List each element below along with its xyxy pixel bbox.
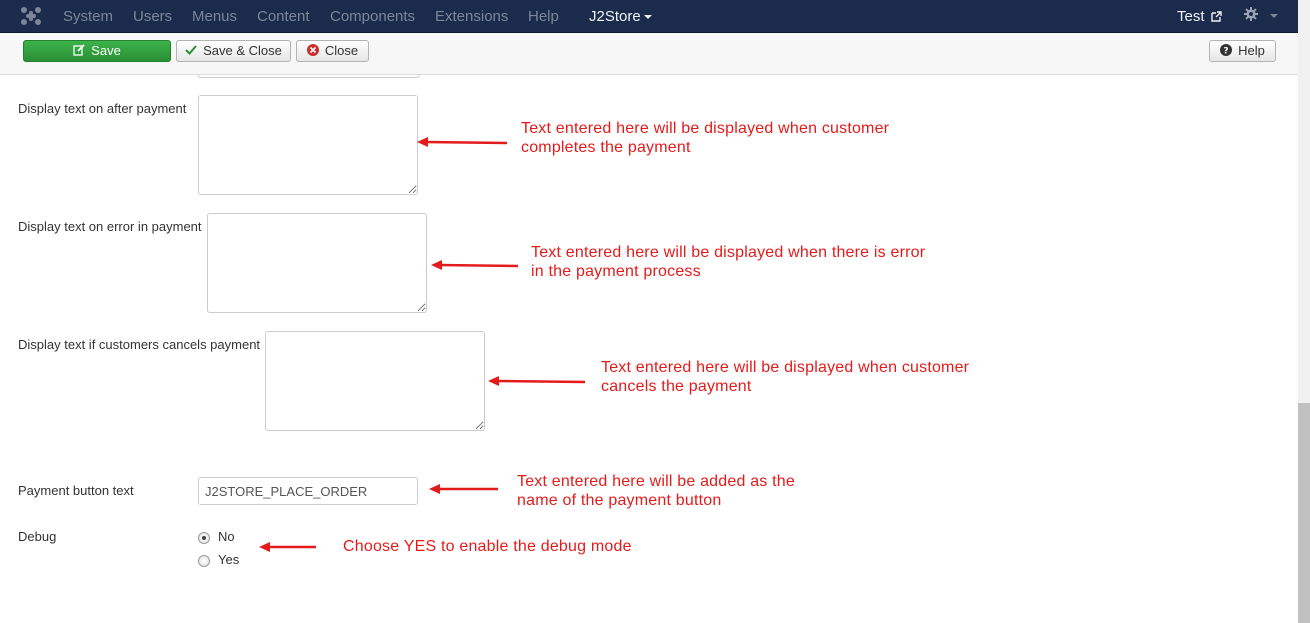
save-button[interactable]: Save <box>23 40 171 62</box>
annotation-debug: Choose YES to enable the debug mode <box>343 537 632 556</box>
svg-text:?: ? <box>1224 47 1229 57</box>
annotation-arrow-icon <box>429 484 498 494</box>
annotation-line: Text entered here will be displayed when… <box>531 244 926 261</box>
save-label: Save <box>91 43 121 58</box>
close-icon <box>306 44 319 56</box>
chevron-down-icon <box>1270 14 1279 19</box>
gear-icon <box>1244 7 1258 21</box>
check-icon <box>185 45 197 55</box>
help-button[interactable]: ? Help <box>1209 40 1276 62</box>
annotation-line: completes the payment <box>521 139 691 156</box>
scrollbar-thumb[interactable] <box>1298 403 1310 623</box>
top-navbar: System Users Menus Content Components Ex… <box>0 0 1298 33</box>
edit-icon <box>73 44 85 56</box>
nav-j2store-label: J2Store <box>589 8 641 25</box>
close-label: Close <box>324 43 359 58</box>
nav-j2store[interactable]: J2Store <box>589 8 652 25</box>
cancel-payment-label: Display text if customers cancels paymen… <box>18 337 261 352</box>
error-payment-textarea[interactable] <box>207 213 427 313</box>
nav-help[interactable]: Help <box>528 8 559 25</box>
close-button[interactable]: Close <box>296 40 369 62</box>
cancel-payment-textarea[interactable] <box>265 331 485 431</box>
nav-components[interactable]: Components <box>330 8 415 25</box>
nav-user-label: Test <box>1177 8 1205 25</box>
nav-menus[interactable]: Menus <box>192 8 237 25</box>
error-payment-label: Display text on error in payment <box>18 219 202 234</box>
annotation-arrow-icon <box>488 376 586 386</box>
annotation-cancel-payment: Text entered here will be displayed when… <box>601 358 969 396</box>
annotation-line: Choose YES to enable the debug mode <box>343 538 632 555</box>
after-payment-textarea[interactable] <box>198 95 418 195</box>
annotation-arrow-icon <box>431 260 519 270</box>
debug-no-label[interactable]: No <box>218 529 235 544</box>
external-link-icon <box>1210 11 1222 22</box>
annotation-arrow-icon <box>259 542 316 552</box>
help-icon: ? <box>1220 44 1233 57</box>
after-payment-label: Display text on after payment <box>18 101 187 116</box>
annotation-line: Text entered here will be added as the <box>517 473 795 490</box>
annotation-after-payment: Text entered here will be displayed when… <box>521 119 889 157</box>
joomla-logo-icon[interactable] <box>20 6 42 26</box>
annotation-line: in the payment process <box>531 263 701 280</box>
nav-user-link[interactable]: Test <box>1177 8 1222 25</box>
payment-button-text-input[interactable] <box>198 477 418 505</box>
annotation-line: Text entered here will be displayed when… <box>521 120 890 137</box>
annotation-arrow-icon <box>417 137 508 147</box>
chevron-down-icon <box>643 15 652 20</box>
annotation-button-text: Text entered here will be added as the n… <box>517 472 795 510</box>
nav-system[interactable]: System <box>63 8 113 25</box>
annotation-error-payment: Text entered here will be displayed when… <box>531 243 925 281</box>
save-close-label: Save & Close <box>203 43 282 58</box>
nav-content[interactable]: Content <box>257 8 310 25</box>
debug-label: Debug <box>18 529 57 544</box>
help-label: Help <box>1238 43 1265 58</box>
annotation-line: cancels the payment <box>601 378 752 395</box>
nav-extensions[interactable]: Extensions <box>435 8 508 25</box>
debug-no-radio[interactable] <box>198 532 210 544</box>
settings-menu[interactable] <box>1244 7 1279 24</box>
toolbar: Save Save & Close Close ? Help <box>0 33 1298 75</box>
nav-users[interactable]: Users <box>133 8 172 25</box>
annotation-line: Text entered here will be displayed when… <box>601 359 970 376</box>
debug-yes-radio[interactable] <box>198 555 210 567</box>
button-text-label: Payment button text <box>18 483 134 498</box>
annotation-line: name of the payment button <box>517 492 722 509</box>
save-close-button[interactable]: Save & Close <box>176 40 291 62</box>
previous-field-edge <box>198 74 420 78</box>
debug-yes-label[interactable]: Yes <box>218 552 239 567</box>
